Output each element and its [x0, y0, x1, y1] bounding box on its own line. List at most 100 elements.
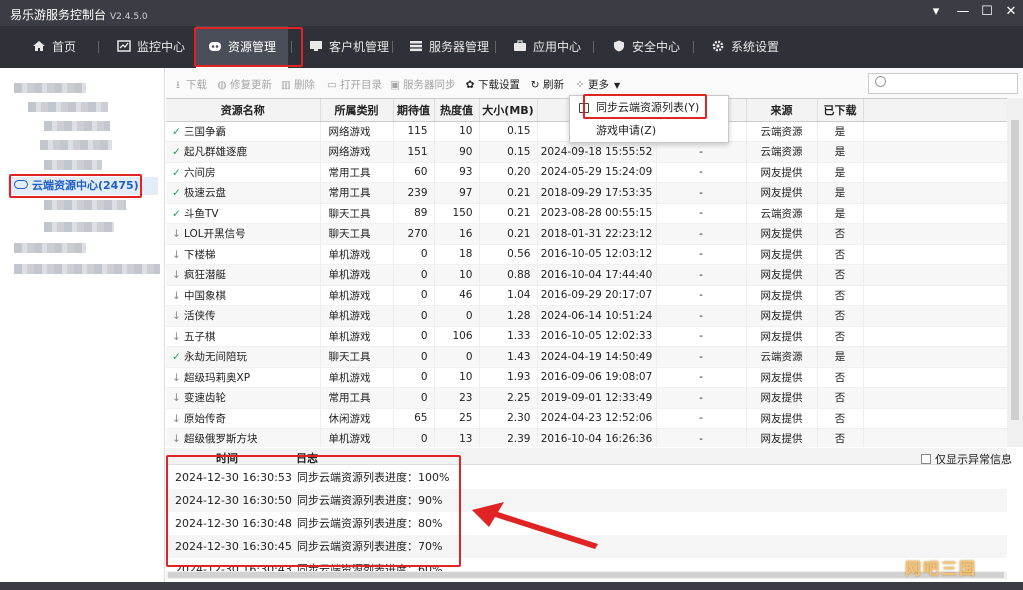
cell-downloaded: 否 [817, 387, 864, 409]
nav-home[interactable]: 首页 [32, 26, 76, 68]
table-vertical-scrollbar[interactable] [1007, 98, 1023, 447]
server-sync-button[interactable]: ▣ 服务器同步 [389, 77, 455, 92]
cell-filler [863, 305, 1007, 327]
table-row[interactable]: ✓ 起凡群雄逐鹿 网络游戏 151 90 0.15 2024-09-18 15:55:52-… [166, 141, 1007, 163]
sidebar-item-cloud-center[interactable]: 云端资源中心(2475) [8, 177, 158, 195]
column-header-category[interactable]: 所属类别 [320, 99, 394, 122]
table-row[interactable]: ✓ 斗鱼TV 聊天工具 89 150 0.21 2023-08-28 00:55:15- 云端… [166, 203, 1007, 224]
table-row[interactable]: ↓ 超级玛莉奥XP 单机游戏 0 10 1.93 2016-09-06 19:08:07- 网… [166, 367, 1007, 388]
close-button[interactable]: ✕ [1001, 4, 1021, 19]
blurred-tree-item [28, 102, 108, 112]
cell-expect: 0 [393, 387, 435, 409]
cell-time: 2018-09-29 17:53:35 [537, 182, 657, 204]
cell-downloaded: 是 [817, 203, 864, 224]
cell-filler [863, 223, 1007, 245]
cell-time: 2018-01-31 22:23:12 [537, 223, 657, 245]
log-header: 时间 日志 [166, 448, 1007, 465]
cell-filler [863, 182, 1007, 204]
cell-downloaded: 否 [817, 264, 864, 286]
table-row[interactable]: ✓ 六间房 常用工具 60 93 0.20 2024-05-29 15:24:09- 网友提供… [166, 162, 1007, 183]
nav-apps[interactable]: 应用中心 [513, 26, 581, 68]
nav-clients[interactable]: 客户机管理 [309, 26, 389, 68]
download-button[interactable]: ⭳ 下载 [172, 77, 207, 95]
search-input[interactable] [891, 76, 1011, 91]
column-header-size[interactable]: 大小(MB) [479, 99, 538, 122]
cell-downloaded: 否 [817, 367, 864, 388]
table-row[interactable]: ↓ 原始传奇 休闲游戏 65 25 2.30 2024-04-23 12:52:06- 网友提… [166, 408, 1007, 429]
cell-source: 网友提供 [746, 428, 818, 447]
cloud-icon [14, 180, 28, 189]
cell-time: 2019-09-01 12:33:49 [537, 387, 657, 409]
refresh-button[interactable]: ↻ 刷新 [529, 77, 564, 92]
maximize-button[interactable]: ☐ [977, 4, 997, 19]
download-arrow-icon: ↓ [172, 289, 181, 302]
column-header-heat[interactable]: 热度值 [434, 99, 480, 122]
cell-size: 0.56 [479, 244, 538, 265]
download-arrow-icon: ↓ [172, 371, 181, 384]
cell-heat: 25 [434, 408, 480, 429]
scrollbar-thumb[interactable] [168, 572, 1004, 578]
blurred-tree-item [14, 264, 160, 274]
download-settings-button[interactable]: ✿ 下载设置 [464, 77, 520, 92]
title-bar: 易乐游服务控制台 V2.4.5.0 ▾ — ☐ ✕ [0, 0, 1023, 26]
nav-servers[interactable]: 服务器管理 [409, 26, 489, 68]
more-button[interactable]: ⁘ 更多 ▼ [574, 77, 621, 92]
column-header-source[interactable]: 来源 [746, 99, 818, 122]
table-row[interactable]: ↓ 中国象棋 单机游戏 0 46 1.04 2016-09-29 20:17:07- 网友提供… [166, 285, 1007, 306]
table-row[interactable]: ↓ 超级俄罗斯方块 单机游戏 0 13 2.39 2016-10-04 16:26:36- 网… [166, 428, 1007, 447]
annotation-arrow-icon [472, 502, 598, 549]
table-row[interactable]: ✓ 永劫无间陪玩 聊天工具 0 0 1.43 2024-04-19 14:50:49- 云端资… [166, 346, 1007, 368]
table-row[interactable]: ↓ LOL开黑信号 聊天工具 270 16 0.21 2018-01-31 22:23:12… [166, 223, 1007, 245]
cell-heat: 46 [434, 285, 480, 306]
search-box[interactable] [868, 73, 1018, 94]
table-row[interactable]: ↓ 五子棋 单机游戏 0 106 1.33 2016-10-05 12:02:33- 网友提供… [166, 326, 1007, 347]
delete-button[interactable]: ▥ 删除 [280, 77, 315, 92]
cell-expect: 60 [393, 162, 435, 183]
minimize-button[interactable]: — [953, 4, 973, 19]
table-row[interactable]: ↓ 疯狂潜艇 单机游戏 0 10 0.88 2016-10-04 17:44:40- 网友提供… [166, 264, 1007, 286]
cell-extra: - [656, 367, 747, 388]
cell-source: 网友提供 [746, 223, 818, 245]
cell-source: 云端资源 [746, 346, 818, 368]
cell-time: 2016-10-04 16:26:36 [537, 428, 657, 447]
window-menu-button[interactable]: ▾ [926, 4, 946, 19]
column-header-name[interactable]: 资源名称 [166, 99, 321, 122]
cell-extra: - [656, 162, 747, 183]
cell-size: 1.33 [479, 326, 538, 347]
cell-source: 云端资源 [746, 203, 818, 224]
table-row[interactable]: ✓ 极速云盘 常用工具 239 97 0.21 2018-09-29 17:53:35- 网友… [166, 182, 1007, 204]
table-row[interactable]: ↓ 变速齿轮 常用工具 0 23 2.25 2019-09-01 12:33:49- 网友提供… [166, 387, 1007, 409]
cell-size: 2.25 [479, 387, 538, 409]
blurred-tree-item [14, 83, 86, 93]
nav-resources[interactable]: 资源管理 [196, 26, 289, 68]
open-directory-button[interactable]: ▭ 打开目录 [326, 77, 382, 92]
cell-name: ✓ 永劫无间陪玩 [166, 346, 321, 368]
cell-source: 网友提供 [746, 367, 818, 388]
repair-update-button[interactable]: ◍ 修复更新 [216, 77, 272, 92]
nav-security[interactable]: 安全中心 [612, 26, 680, 68]
cell-time: 2016-09-29 20:17:07 [537, 285, 657, 306]
check-icon: ✓ [172, 125, 181, 138]
cell-category: 单机游戏 [320, 326, 394, 347]
cell-downloaded: 否 [817, 223, 864, 245]
cell-source: 网友提供 [746, 305, 818, 327]
log-message: 同步云端资源列表进度：80% [297, 517, 443, 530]
nav-monitor[interactable]: 监控中心 [117, 26, 185, 68]
table-row[interactable]: ↓ 活侠传 单机游戏 0 0 1.28 2024-06-14 10:51:24- 网友提供否 [166, 305, 1007, 327]
cell-source: 网友提供 [746, 387, 818, 409]
cell-heat: 150 [434, 203, 480, 224]
menu-item-sync-cloud-list[interactable]: 同步云端资源列表(Y) [570, 97, 728, 119]
log-row[interactable]: 2024-12-30 16:30:43 同步云端资源列表进度：60% [166, 558, 1007, 571]
cell-downloaded: 否 [817, 244, 864, 265]
log-horizontal-scrollbar[interactable] [166, 571, 1007, 579]
only-errors-checkbox[interactable]: 仅显示异常信息 [921, 451, 1012, 467]
table-row[interactable]: ↓ 下楼梯 单机游戏 0 18 0.56 2016-10-05 12:03:12- 网友提供否 [166, 244, 1007, 265]
cell-source: 网友提供 [746, 326, 818, 347]
menu-item-game-apply[interactable]: 游戏申请(Z) [570, 120, 728, 142]
column-header-downloaded[interactable]: 已下载 [817, 99, 864, 122]
scrollbar-thumb[interactable] [1011, 120, 1019, 420]
nav-settings[interactable]: 系统设置 [711, 26, 779, 68]
app-title: 易乐游服务控制台 V2.4.5.0 [10, 8, 148, 22]
column-header-expect[interactable]: 期待值 [393, 99, 435, 122]
log-row[interactable]: 2024-12-30 16:30:53 同步云端资源列表进度：100% [166, 466, 1007, 489]
